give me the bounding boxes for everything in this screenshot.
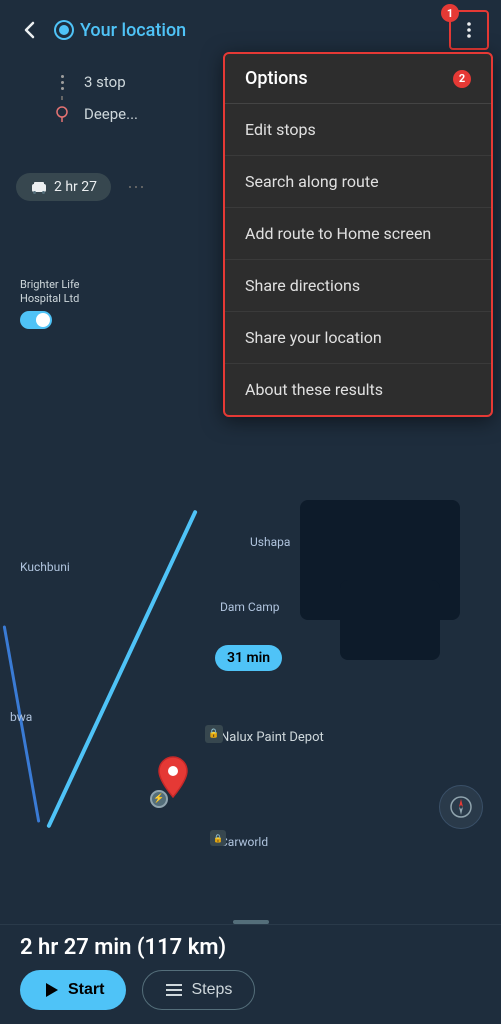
map-label-carworld: Carworld [220, 835, 268, 849]
stop-dots-icon [52, 72, 72, 92]
dropdown-item-add-home[interactable]: Add route to Home screen [225, 208, 491, 260]
start-label: Start [68, 981, 104, 999]
steps-button[interactable]: Steps [142, 970, 255, 1010]
map-label-kuchbuni: Kuchbuni [20, 560, 70, 574]
dropdown-title: Options [245, 68, 308, 89]
hospital-label: Brighter Life Hospital Ltd [20, 278, 80, 329]
map-label-bwa: bwa [10, 710, 32, 724]
bottom-actions: Start Steps [20, 970, 255, 1010]
badge-2: 2 [453, 70, 471, 88]
transport-more-icon: ⋯ [127, 177, 145, 198]
location-marker-icon: ⚡ [150, 790, 168, 808]
back-button[interactable] [12, 12, 48, 48]
location-label: Your location [80, 20, 449, 41]
duration-badge: 31 min [215, 645, 282, 671]
stop-1-label: 3 stop [84, 73, 126, 91]
location-dot [56, 22, 72, 38]
start-button[interactable]: Start [20, 970, 126, 1010]
dropdown-header: Options 2 [225, 54, 491, 104]
nalux-icon: 🔒 [205, 725, 223, 743]
map-label-dam-camp: Dam Camp [220, 600, 280, 614]
dropdown-item-about-results[interactable]: About these results [225, 364, 491, 415]
drag-handle [233, 920, 269, 924]
duration-text: 2 hr 27 [54, 179, 97, 195]
dropdown-item-search-route[interactable]: Search along route [225, 156, 491, 208]
distance-text: 2 hr 27 min (117 km) [20, 935, 226, 960]
dropdown-menu: Options 2 Edit stops Search along route … [223, 52, 493, 417]
stop-2-label: Deepe... [84, 105, 138, 123]
dropdown-item-edit-stops[interactable]: Edit stops [225, 104, 491, 156]
more-button-container: 1 [449, 10, 489, 50]
map-label-nalux: Nalux Paint Depot [220, 730, 324, 745]
bottom-bar: 2 hr 27 min (117 km) Start Steps [0, 924, 501, 1024]
dropdown-item-share-directions[interactable]: Share directions [225, 260, 491, 312]
stop-pin-icon [52, 104, 72, 124]
compass-button[interactable] [439, 785, 483, 829]
land-mass-2 [340, 580, 440, 660]
map-label-ushapa: Ushapa [250, 535, 290, 549]
transport-pill-car[interactable]: 2 hr 27 [16, 173, 111, 201]
steps-label: Steps [191, 981, 232, 999]
badge-1: 1 [441, 4, 459, 22]
top-nav: Your location 1 [0, 0, 501, 60]
dropdown-item-share-location[interactable]: Share your location [225, 312, 491, 364]
carworld-icon: 🔒 [210, 830, 226, 846]
